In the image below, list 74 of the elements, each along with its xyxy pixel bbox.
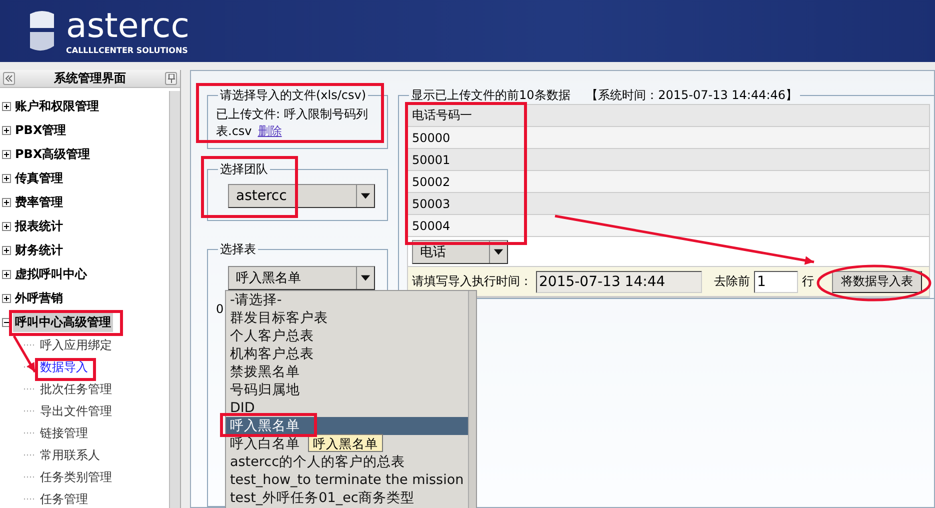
submenu-item[interactable]: 导出文件管理 [40,402,112,420]
expand-icon[interactable] [2,102,11,110]
menu-item[interactable]: 外呼营销 [13,288,65,308]
group-legend: 请选择导入的文件(xls/csv) [218,87,368,104]
row-unit-label: 行 [802,273,814,290]
collapse-icon[interactable] [2,318,11,326]
annotation-arrow [12,335,36,373]
dropdown-option[interactable]: 个人客户总表 [226,327,318,345]
menu-item[interactable]: PBX管理 [13,120,68,140]
logo-icon [28,10,56,52]
dropdown-option[interactable]: 呼入白名单 [226,435,304,453]
tree-line [24,432,34,434]
menu-item[interactable]: 传真管理 [13,168,65,188]
submenu-item[interactable]: 任务管理 [40,490,88,508]
expand-icon[interactable] [2,246,11,254]
import-button[interactable]: 将数据导入表 [832,270,922,292]
dropdown-option[interactable]: 群发目标客户表 [226,309,332,327]
dropdown-option[interactable]: DID [226,399,259,417]
expand-icon[interactable] [2,174,11,182]
menu-item[interactable]: 账户和权限管理 [13,96,101,116]
submenu-item[interactable]: 批次任务管理 [40,380,112,398]
menu-item[interactable]: 虚拟呼叫中心 [13,264,89,284]
expand-icon[interactable] [2,150,11,158]
submenu-item[interactable]: 常用联系人 [40,446,100,464]
expand-icon[interactable] [2,294,11,302]
scrollbar[interactable] [169,91,180,508]
group-legend: 选择团队 [218,161,270,178]
menu-item[interactable]: 财务统计 [13,240,65,260]
highlight-frame [35,358,96,381]
dropdown-option[interactable]: -请选择- [226,291,286,309]
logo-text: astercc [66,8,190,44]
menu-item[interactable]: 呼叫中心高级管理 [13,312,113,332]
dropdown-option[interactable]: test_外呼任务01_ec商务类型 [226,489,418,507]
dropdown-option[interactable]: astercc的个人的客户的总表 [226,453,410,471]
sidebar-title: 系统管理界面 [54,70,126,87]
pin-icon[interactable] [165,72,177,85]
skip-label: 去除前 [714,273,750,290]
count-text: 0 [216,302,224,316]
skip-field[interactable]: 1 [754,270,798,292]
tree-line [24,476,34,478]
table-select[interactable]: 呼入黑名单 [228,266,375,290]
dropdown-option[interactable]: test_how_to terminate the mission [226,471,468,489]
tree-line [24,498,34,500]
column-header: 电话号码一 [408,105,929,127]
delete-link[interactable]: 删除 [258,124,282,138]
dropdown-option[interactable]: 禁拨黑名单 [226,363,304,381]
tooltip: 呼入黑名单 [308,434,383,452]
group-legend: 选择表 [218,241,258,258]
expand-icon[interactable] [2,198,11,206]
table-cell: 50003 [408,193,929,215]
team-select[interactable]: astercc [228,184,375,208]
time-label: 请填写导入执行时间： [412,273,532,290]
submenu-item[interactable]: 链接管理 [40,424,88,442]
table-cell: 50001 [408,149,929,171]
tree-line [24,344,34,346]
dropdown-option[interactable]: 呼入黑名单 [226,417,468,435]
tagline: CALLLLCENTER SOLUTIONS [66,46,189,54]
scrollbar[interactable] [468,291,476,508]
submenu-item[interactable]: 呼入应用绑定 [40,336,112,354]
tree-line [24,388,34,390]
uploaded-file-text: 已上传文件: 呼入限制号码列表.csv 删除 [216,106,369,140]
tree-line [24,410,34,412]
time-field[interactable]: 2015-07-13 14:44 [536,270,702,292]
menu-item[interactable]: 费率管理 [13,192,65,212]
menu-item[interactable]: 报表统计 [13,216,65,236]
tree-line [24,454,34,456]
expand-icon[interactable] [2,126,11,134]
group-legend: 显示已上传文件的前10条数据 【系统时间：2015-07-13 14:44:46】 [409,87,800,104]
submenu-item[interactable]: 任务类别管理 [40,468,112,486]
expand-icon[interactable] [2,270,11,278]
dropdown-option[interactable]: 机构客户总表 [226,345,318,363]
expand-icon[interactable] [2,222,11,230]
dropdown-option[interactable]: 号码归属地 [226,381,304,399]
menu-item[interactable]: PBX高级管理 [13,144,92,164]
